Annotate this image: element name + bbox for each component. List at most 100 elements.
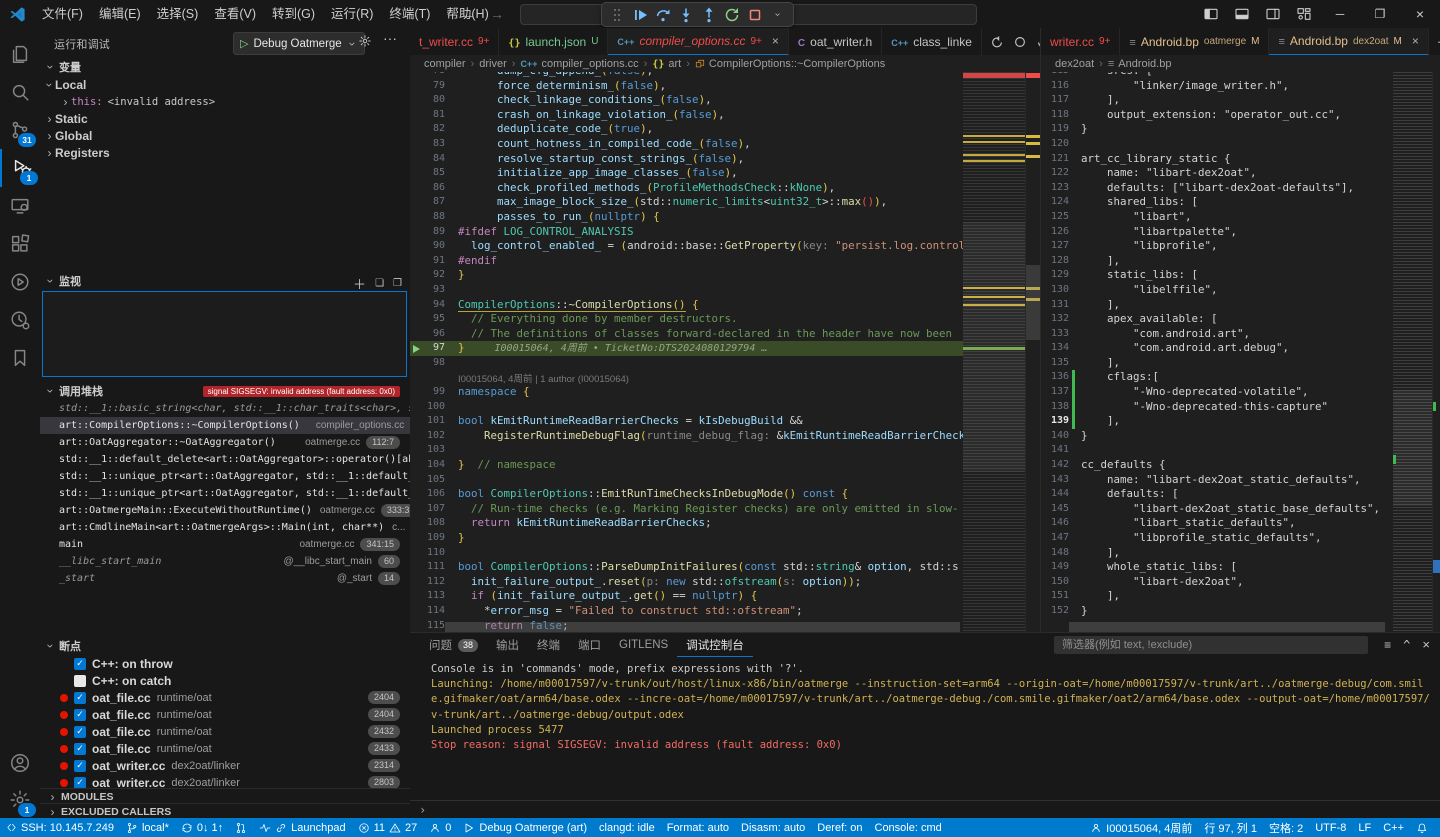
code-line-147[interactable]: 147 "libprofile_static_defaults", bbox=[1041, 531, 1393, 546]
line-number[interactable]: 139 bbox=[1041, 414, 1081, 429]
status-encoding[interactable]: UTF-8 bbox=[1309, 818, 1352, 837]
line-number[interactable]: 140 bbox=[1041, 429, 1081, 444]
code-line-149[interactable]: 149 whole_static_libs: [ bbox=[1041, 560, 1393, 575]
line-number[interactable]: 123 bbox=[1041, 181, 1081, 196]
line-number[interactable]: 131 bbox=[1041, 298, 1081, 313]
code-line-121[interactable]: 121art_cc_library_static { bbox=[1041, 152, 1393, 167]
code-line-148[interactable]: 148 ], bbox=[1041, 546, 1393, 561]
status-remote-host[interactable]: SSH: 10.145.7.249 bbox=[0, 818, 120, 837]
code-line-138[interactable]: 138 "-Wno-deprecated-this-capture" bbox=[1041, 400, 1393, 415]
breakpoint-row-4[interactable]: ✓oat_file.ccruntime/oat2432 bbox=[40, 723, 410, 740]
menu-item-5[interactable]: 运行(R) bbox=[323, 0, 381, 28]
breadcrumb[interactable]: dex2oat›≡Android.bp bbox=[1041, 55, 1440, 72]
line-number[interactable]: 104 bbox=[410, 458, 458, 473]
debug-console-output[interactable]: Console is in 'commands' mode, prefix ex… bbox=[410, 659, 1440, 801]
line-number[interactable]: 133 bbox=[1041, 327, 1081, 342]
line-number[interactable]: 79 bbox=[410, 79, 458, 94]
line-number[interactable]: 129 bbox=[1041, 268, 1081, 283]
breadcrumb-item-2[interactable]: C++compiler_options.cc bbox=[520, 58, 638, 70]
line-number[interactable]: 146 bbox=[1041, 516, 1081, 531]
line-number[interactable]: 135 bbox=[1041, 356, 1081, 371]
nav-back-circle-icon[interactable] bbox=[990, 35, 1004, 49]
tab-android-bp[interactable]: ≡Android.bpoatmergeM bbox=[1120, 28, 1269, 55]
close-tab-icon[interactable]: × bbox=[772, 34, 779, 48]
status-clangd-status[interactable]: clangd: idle bbox=[593, 818, 661, 837]
status-pull-request[interactable] bbox=[229, 818, 253, 837]
status-blame-info[interactable]: I00015064, 4周前 bbox=[1084, 818, 1198, 837]
line-number[interactable]: 86 bbox=[410, 181, 458, 196]
stack-frame-9[interactable]: __libc_start_main@__libc_start_main60 bbox=[40, 553, 410, 570]
code-line-126[interactable]: 126 "libartpalette", bbox=[1041, 225, 1393, 240]
breakpoint-checkbox[interactable]: ✓ bbox=[74, 726, 86, 738]
line-number[interactable]: 128 bbox=[1041, 254, 1081, 269]
line-number[interactable]: 87 bbox=[410, 195, 458, 210]
code-line-130[interactable]: 130 "libelffile", bbox=[1041, 283, 1393, 298]
code-line-78[interactable]: 78 dump_cfg_append_(false), bbox=[410, 72, 963, 79]
code-line-101[interactable]: 101bool kEmitRuntimeReadBarrierChecks = … bbox=[410, 414, 963, 429]
code-line-132[interactable]: 132 apex_available: [ bbox=[1041, 312, 1393, 327]
line-number[interactable]: 112 bbox=[410, 575, 458, 590]
tab-t_writer-cc[interactable]: t_writer.cc9+ bbox=[410, 28, 499, 55]
overview-ruler[interactable] bbox=[1432, 72, 1440, 632]
line-number[interactable]: 113 bbox=[410, 589, 458, 604]
stack-frame-4[interactable]: std::__1::unique_ptr<art::OatAggregator,… bbox=[40, 468, 410, 485]
line-number[interactable]: 99 bbox=[410, 385, 458, 400]
code-line-137[interactable]: 137 "-Wno-deprecated-volatile", bbox=[1041, 385, 1393, 400]
line-number[interactable]: 121 bbox=[1041, 152, 1081, 167]
code-line-111[interactable]: 111bool CompilerOptions::ParseDumpInitFa… bbox=[410, 560, 963, 575]
breadcrumb-item-1[interactable]: ≡Android.bp bbox=[1108, 58, 1172, 70]
gear-icon[interactable] bbox=[358, 34, 372, 48]
code-line-112[interactable]: 112 init_failure_output_.reset(p: new st… bbox=[410, 575, 963, 590]
code-line-118[interactable]: 118 output_extension: "operator_out.cc", bbox=[1041, 108, 1393, 123]
horizontal-scrollbar[interactable] bbox=[1069, 622, 1385, 632]
line-number[interactable]: 89 bbox=[410, 225, 458, 240]
code-line-117[interactable]: 117 ], bbox=[1041, 93, 1393, 108]
code-line-142[interactable]: 142cc_defaults { bbox=[1041, 458, 1393, 473]
breakpoint-checkbox[interactable]: ✓ bbox=[74, 658, 86, 670]
line-number[interactable]: 119 bbox=[1041, 122, 1081, 137]
code-line-96[interactable]: 96 // The definitions of classes forward… bbox=[410, 327, 963, 342]
code-line-103[interactable]: 103 bbox=[410, 443, 963, 458]
line-number[interactable]: 116 bbox=[1041, 79, 1081, 94]
code-line-83[interactable]: 83 count_hotness_in_compiled_code_(false… bbox=[410, 137, 963, 152]
code-line-106[interactable]: 106bool CompilerOptions::EmitRunTimeChec… bbox=[410, 487, 963, 502]
code-line-104[interactable]: 104} // namespace bbox=[410, 458, 963, 473]
code-line-136[interactable]: 136 cflags:[ bbox=[1041, 370, 1393, 385]
line-number[interactable]: 85 bbox=[410, 166, 458, 181]
line-number[interactable]: 92 bbox=[410, 268, 458, 283]
minimap[interactable] bbox=[1393, 72, 1433, 632]
code-line-141[interactable]: 141 bbox=[1041, 443, 1393, 458]
code-line-95[interactable]: 95 // Everything done by member destruct… bbox=[410, 312, 963, 327]
stack-frame-10[interactable]: _start@_start14 bbox=[40, 570, 410, 587]
line-number[interactable]: 151 bbox=[1041, 589, 1081, 604]
step-out-icon[interactable] bbox=[699, 5, 719, 25]
code-line-82[interactable]: 82 deduplicate_code_(true), bbox=[410, 122, 963, 137]
close-all-icon[interactable]: ❐ bbox=[393, 278, 402, 289]
line-number[interactable]: 124 bbox=[1041, 195, 1081, 210]
line-number[interactable]: 84 bbox=[410, 152, 458, 167]
breadcrumb-item-1[interactable]: driver bbox=[479, 58, 507, 70]
variable-row-1[interactable]: ›this:<invalid address> bbox=[40, 93, 410, 110]
line-number[interactable]: 137 bbox=[1041, 385, 1081, 400]
line-number[interactable]: 152 bbox=[1041, 604, 1081, 619]
code-line-144[interactable]: 144 defaults: [ bbox=[1041, 487, 1393, 502]
line-number[interactable]: 109 bbox=[410, 531, 458, 546]
restart-icon[interactable] bbox=[722, 5, 742, 25]
stop-icon[interactable] bbox=[745, 5, 765, 25]
code-line-91[interactable]: 91#endif bbox=[410, 254, 963, 269]
code-line-113[interactable]: 113 if (init_failure_output_.get() == nu… bbox=[410, 589, 963, 604]
customize-layout-icon[interactable] bbox=[1296, 6, 1312, 22]
panel-tab-5[interactable]: 调试控制台 bbox=[677, 633, 753, 657]
stack-frame-7[interactable]: art::CmdlineMain<art::OatmergeArgs>::Mai… bbox=[40, 519, 410, 536]
line-number[interactable]: 147 bbox=[1041, 531, 1081, 546]
line-number[interactable]: 110 bbox=[410, 546, 458, 561]
line-number[interactable]: 78 bbox=[410, 72, 458, 79]
breakpoint-row-3[interactable]: ✓oat_file.ccruntime/oat2404 bbox=[40, 706, 410, 723]
more-actions-icon[interactable]: ··· bbox=[383, 30, 397, 46]
line-number[interactable]: 125 bbox=[1041, 210, 1081, 225]
code-line-110[interactable]: 110 bbox=[410, 546, 963, 561]
code-line-152[interactable]: 152} bbox=[1041, 604, 1393, 619]
toggle-sidebar-icon[interactable] bbox=[1203, 6, 1219, 22]
code-line-109[interactable]: 109} bbox=[410, 531, 963, 546]
line-number[interactable]: 93 bbox=[410, 283, 458, 298]
